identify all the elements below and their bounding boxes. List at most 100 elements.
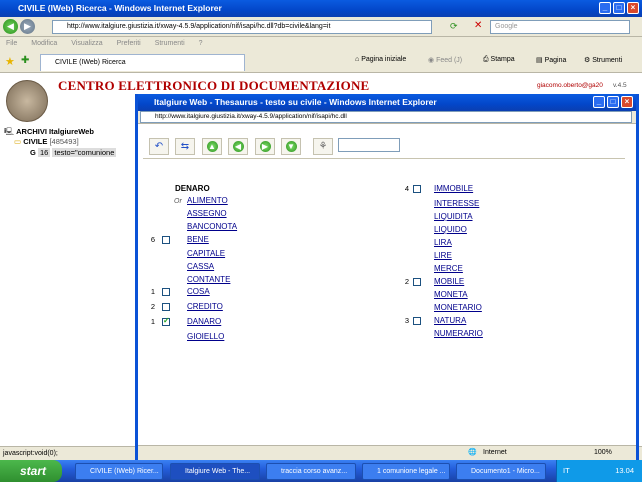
right-term-link[interactable]: LIQUIDITA — [434, 212, 473, 221]
left-term-link[interactable]: BENE — [187, 235, 209, 244]
inner-maximize-button[interactable]: □ — [607, 96, 619, 108]
right-term-link[interactable]: MERCE — [434, 264, 463, 273]
inner-url-input[interactable]: http://www.italgiure.giustizia.it/xway-4… — [140, 111, 632, 123]
url-input[interactable]: http://www.italgiure.giustizia.it/xway-4… — [52, 20, 432, 34]
left-term-link[interactable]: CASSA — [187, 262, 214, 271]
arrow-right-icon: ▶ — [259, 140, 271, 152]
arrow-left-icon: ◀ — [232, 140, 244, 152]
inner-window-title: Italgiure Web - Thesaurus - testo su civ… — [138, 94, 636, 111]
tree-query[interactable]: G 16 testo="comunione — [30, 148, 117, 157]
tree-root-label: ARCHIVI ItalgiureWeb — [16, 127, 94, 136]
inner-close-button[interactable]: × — [621, 96, 633, 108]
tree-view-button[interactable]: ⚘ — [313, 138, 333, 155]
query-g-label: G — [30, 148, 36, 157]
menu-help[interactable]: ? — [199, 40, 203, 47]
task-traccia[interactable]: traccia corso avanz... — [266, 463, 356, 480]
right-term-count: 4 — [404, 184, 409, 193]
refresh-icon[interactable]: ⟳ — [450, 21, 458, 32]
add-favorite-icon[interactable]: ✚ — [21, 55, 29, 66]
left-term-count: 2 — [150, 302, 155, 311]
left-term-checkbox[interactable] — [162, 316, 170, 326]
tree-archive-label: CIVILE — [23, 137, 48, 146]
forward-button[interactable]: ▶ — [20, 19, 35, 34]
right-term-link[interactable]: MOBILE — [434, 277, 464, 286]
left-term-link[interactable]: GIOIELLO — [187, 332, 224, 341]
tools-command[interactable]: ⚙ Strumenti — [584, 56, 622, 64]
task-italgiure[interactable]: Italgiure Web - The... — [170, 463, 260, 480]
close-button[interactable]: × — [627, 2, 639, 14]
maximize-button[interactable]: □ — [613, 2, 625, 14]
select-button[interactable]: ⇆ — [175, 138, 195, 155]
menu-visualizza[interactable]: Visualizza — [71, 40, 102, 47]
minimize-button[interactable]: _ — [599, 2, 611, 14]
up-button[interactable]: ▲ — [202, 138, 222, 155]
zoom-label[interactable]: 100% — [594, 446, 612, 460]
clock: 13.04 — [615, 466, 634, 475]
favorites-star-icon[interactable]: ★ — [5, 55, 15, 68]
left-term-link[interactable]: ALIMENTO — [187, 196, 228, 205]
or-label: Or — [174, 198, 182, 205]
right-term-link[interactable]: NATURA — [434, 316, 466, 325]
seal-logo — [6, 80, 48, 122]
divider — [143, 158, 625, 159]
menu-preferiti[interactable]: Preferiti — [117, 40, 141, 47]
page-label: Pagina — [544, 57, 567, 64]
tab-bar: ★ ✚ CIVILE (IWeb) Ricerca ⌂ Pagina inizi… — [0, 51, 642, 73]
right-term-link[interactable]: LIRA — [434, 238, 452, 247]
left-button[interactable]: ◀ — [228, 138, 248, 155]
search-input[interactable]: Google — [490, 20, 630, 34]
menu-strumenti[interactable]: Strumenti — [155, 40, 185, 47]
right-term-link[interactable]: LIQUIDO — [434, 225, 467, 234]
task-comunione[interactable]: 1 comunione legale ... — [362, 463, 450, 480]
left-term-link[interactable]: COSA — [187, 287, 210, 296]
zone-label: Internet — [483, 449, 507, 456]
left-term-checkbox[interactable] — [162, 303, 170, 311]
start-button[interactable]: start — [0, 460, 62, 482]
menu-file[interactable]: File — [6, 40, 17, 47]
stop-icon[interactable]: ✕ — [474, 20, 482, 31]
right-term-link[interactable]: INTERESSE — [434, 199, 479, 208]
task-documento[interactable]: Documento1 - Micro... — [456, 463, 546, 480]
version-label: v.4.5 — [613, 82, 627, 89]
inner-status-bar: 🌐 Internet 100% — [138, 445, 636, 460]
tree-archive[interactable]: ▭ CIVILE [485493] — [14, 137, 79, 146]
down-button[interactable]: ▼ — [281, 138, 301, 155]
menu-modifica[interactable]: Modifica — [31, 40, 57, 47]
print-command[interactable]: ⎙ Stampa — [483, 56, 515, 64]
arrow-up-icon: ▲ — [206, 140, 218, 152]
menu-bar: File Modifica Visualizza Preferiti Strum… — [0, 37, 642, 51]
right-button[interactable]: ▶ — [255, 138, 275, 155]
task-civile[interactable]: CIVILE (IWeb) Ricer... — [75, 463, 163, 480]
left-term-link[interactable]: CAPITALE — [187, 249, 225, 258]
left-term-link[interactable]: DANARO — [187, 317, 221, 326]
left-term-link[interactable]: BANCONOTA — [187, 222, 237, 231]
right-term-checkbox[interactable] — [413, 278, 421, 286]
right-term-link[interactable]: IMMOBILE — [434, 184, 473, 193]
tab-label: CIVILE (IWeb) Ricerca — [55, 59, 126, 66]
tab-civile-ricerca[interactable]: CIVILE (IWeb) Ricerca — [40, 54, 245, 71]
left-term-checkbox[interactable] — [162, 288, 170, 296]
left-term-checkbox[interactable] — [162, 236, 170, 244]
thesaurus-search-input[interactable] — [338, 138, 400, 152]
inner-minimize-button[interactable]: _ — [593, 96, 605, 108]
inner-address-bar: http://www.italgiure.giustizia.it/xway-4… — [138, 111, 636, 124]
query-count: 16 — [37, 148, 51, 157]
left-term-link[interactable]: CONTANTE — [187, 275, 230, 284]
page-command[interactable]: ▤ Pagina — [536, 56, 566, 64]
language-indicator[interactable]: IT — [563, 460, 570, 482]
right-term-link[interactable]: MONETARIO — [434, 303, 482, 312]
right-term-link[interactable]: LIRE — [434, 251, 452, 260]
undo-button[interactable]: ↶ — [149, 138, 169, 155]
left-term-link[interactable]: CREDITO — [187, 302, 223, 311]
right-term-count: 3 — [404, 316, 409, 325]
home-command[interactable]: ⌂ Pagina iniziale — [355, 56, 406, 63]
left-term-link[interactable]: ASSEGNO — [187, 209, 227, 218]
right-term-link[interactable]: NUMERARIO — [434, 329, 483, 338]
back-button[interactable]: ◀ — [3, 19, 18, 34]
left-term-count: 1 — [150, 317, 155, 326]
feed-command[interactable]: ◉ Feed (J) — [428, 56, 462, 64]
right-term-checkbox[interactable] — [413, 317, 421, 325]
print-label: Stampa — [490, 56, 515, 63]
right-term-link[interactable]: MONETA — [434, 290, 468, 299]
right-term-checkbox[interactable] — [413, 185, 421, 193]
